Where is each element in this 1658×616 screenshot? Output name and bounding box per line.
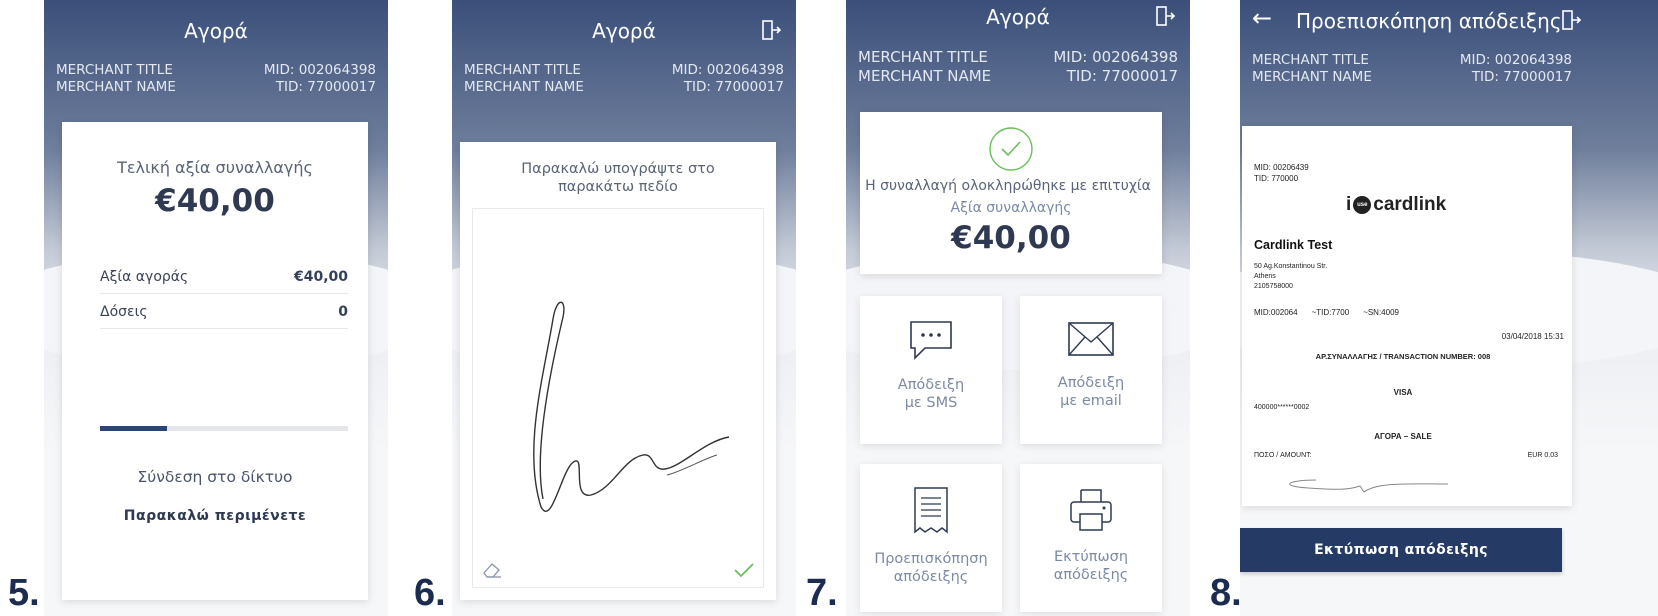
- email-receipt-tile[interactable]: Απόδειξη με email: [1020, 296, 1162, 444]
- merchant-title: MERCHANT TITLE: [56, 62, 173, 78]
- receipt-address: 50 Ag.Konstantinou Str.: [1254, 263, 1328, 270]
- success-message: Η συναλλαγή ολοκληρώθηκε με επιτυχία: [865, 178, 1151, 194]
- sms-icon: [910, 321, 952, 360]
- merchant-mid: MID: 002064398: [1053, 48, 1178, 66]
- screen-receipt-preview: ← Προεπισκόπηση απόδειξης MERCHANT TITLE…: [1240, 0, 1658, 616]
- merchant-mid: MID: 002064398: [263, 62, 376, 78]
- merchant-title: MERCHANT TITLE: [858, 48, 988, 66]
- installments-row: Δόσεις 0: [100, 294, 348, 329]
- receipt-city: Athens: [1254, 273, 1276, 280]
- page-title: Αγορά: [986, 5, 1050, 29]
- step-number-6: 6.: [414, 572, 446, 614]
- success-card: Η συναλλαγή ολοκληρώθηκε με επιτυχία Αξί…: [860, 112, 1162, 274]
- merchant-info: MERCHANT TITLE MERCHANT NAME MID: 0020643…: [1240, 52, 1574, 86]
- final-amount-label: Τελική αξία συναλλαγής: [117, 158, 313, 177]
- signature-instruction: Παρακαλώ υπογράψτε στο παρακάτω πεδίο: [521, 161, 715, 195]
- page-title: Προεπισκόπηση απόδειξης: [1296, 9, 1562, 33]
- receipt-datetime: 03/04/2018 15:31: [1501, 332, 1564, 341]
- print-receipt-tile[interactable]: Εκτύπωση απόδειξης: [1020, 464, 1162, 612]
- receipt-phone: 2105758000: [1254, 283, 1293, 290]
- final-amount: €40,00: [155, 183, 275, 219]
- exit-icon[interactable]: [760, 19, 782, 41]
- merchant-mid: MID: 002064398: [1459, 52, 1572, 68]
- app-header: Αγορά: [846, 0, 1190, 48]
- receipt-card-number: 400000******0002: [1254, 404, 1310, 411]
- confirm-check-icon[interactable]: [733, 561, 755, 579]
- receipt-company: Cardlink Test: [1254, 238, 1333, 252]
- page-title: Αγορά: [592, 19, 656, 43]
- page-title: Αγορά: [184, 19, 248, 43]
- purchase-row: Αξία αγοράς €40,00: [100, 259, 348, 294]
- exit-icon[interactable]: [1560, 9, 1582, 31]
- step-number-7: 7.: [806, 572, 838, 614]
- merchant-title: MERCHANT TITLE: [464, 62, 581, 78]
- receipt-card-brand: VISA: [1393, 388, 1413, 397]
- eraser-icon[interactable]: [481, 561, 503, 579]
- success-check-icon: [989, 127, 1033, 171]
- merchant-info: MERCHANT TITLE MERCHANT NAME MID: 0020643…: [452, 62, 796, 96]
- step-number-5: 5.: [8, 572, 40, 614]
- receipt-amount-row: ΠΟΣΟ / AMOUNT: EUR 0.03: [1254, 452, 1558, 459]
- back-arrow-icon[interactable]: ←: [1252, 4, 1272, 32]
- screen-success: Αγορά MERCHANT TITLE MERCHANT NAME MID: 0…: [846, 0, 1190, 616]
- merchant-tid: TID: 77000017: [1471, 69, 1572, 85]
- merchant-tid: TID: 77000017: [683, 79, 784, 95]
- printer-icon: [1070, 489, 1112, 531]
- status-text: Σύνδεση στο δίκτυο: [137, 468, 293, 486]
- receipt-icon: [914, 487, 948, 534]
- receipt-transaction-number: ΑΡ.ΣΥΝΑΛΛΑΓΗΣ / TRANSACTION NUMBER: 008: [1315, 352, 1491, 361]
- receipt-signature: [1289, 479, 1449, 493]
- wait-text: Παρακαλώ περιμένετε: [123, 508, 307, 524]
- signature-card: Παρακαλώ υπογράψτε στο παρακάτω πεδίο: [460, 142, 776, 600]
- merchant-name: MERCHANT NAME: [56, 79, 176, 95]
- progress-bar: [100, 426, 348, 431]
- exit-icon[interactable]: [1154, 5, 1176, 27]
- merchant-name: MERCHANT NAME: [1252, 69, 1372, 85]
- merchant-tid: TID: 77000017: [1066, 67, 1178, 85]
- receipt-mid: MID: 00206439: [1254, 163, 1309, 172]
- receipt-preview: MID: 00206439 TID: 770000 i use cardlink…: [1242, 126, 1572, 506]
- print-receipt-button[interactable]: Εκτύπωση απόδειξης: [1240, 528, 1562, 572]
- cardlink-logo: i use cardlink: [1346, 194, 1447, 215]
- merchant-tid: TID: 77000017: [275, 79, 376, 95]
- amount-label: Αξία συναλλαγής: [950, 200, 1072, 216]
- merchant-name: MERCHANT NAME: [464, 79, 584, 95]
- screen-purchase-processing: Αγορά MERCHANT TITLE MERCHANT NAME MID: 0…: [44, 0, 388, 616]
- transaction-amount: €40,00: [951, 220, 1071, 256]
- merchant-title: MERCHANT TITLE: [1252, 52, 1369, 68]
- receipt-ids: MID:002064 ~TID:7700 ~SN:4009: [1254, 308, 1399, 317]
- step-number-8: 8.: [1210, 572, 1242, 614]
- app-header: ← Προεπισκόπηση απόδειξης: [1240, 0, 1658, 52]
- merchant-info: MERCHANT TITLE MERCHANT NAME MID: 0020643…: [846, 48, 1190, 86]
- receipt-sale-type: ΑΓΟΡΑ – SALE: [1374, 432, 1432, 441]
- screen-signature: Αγορά MERCHANT TITLE MERCHANT NAME MID: 0…: [452, 0, 796, 616]
- merchant-mid: MID: 002064398: [671, 62, 784, 78]
- app-header: Αγορά: [452, 0, 796, 62]
- email-icon: [1068, 322, 1114, 356]
- receipt-tid: TID: 770000: [1254, 174, 1299, 183]
- signature-pad[interactable]: [472, 208, 764, 588]
- preview-receipt-tile[interactable]: Προεπισκόπηση απόδειξης: [860, 464, 1002, 612]
- sms-receipt-tile[interactable]: Απόδειξη με SMS: [860, 296, 1002, 444]
- signature-stroke: [533, 301, 730, 512]
- merchant-name: MERCHANT NAME: [858, 67, 992, 85]
- merchant-info: MERCHANT TITLE MERCHANT NAME MID: 0020643…: [44, 62, 388, 96]
- app-header: Αγορά: [44, 0, 388, 62]
- progress-fill: [100, 426, 167, 431]
- transaction-card: Τελική αξία συναλλαγής €40,00 Αξία αγορά…: [62, 122, 368, 600]
